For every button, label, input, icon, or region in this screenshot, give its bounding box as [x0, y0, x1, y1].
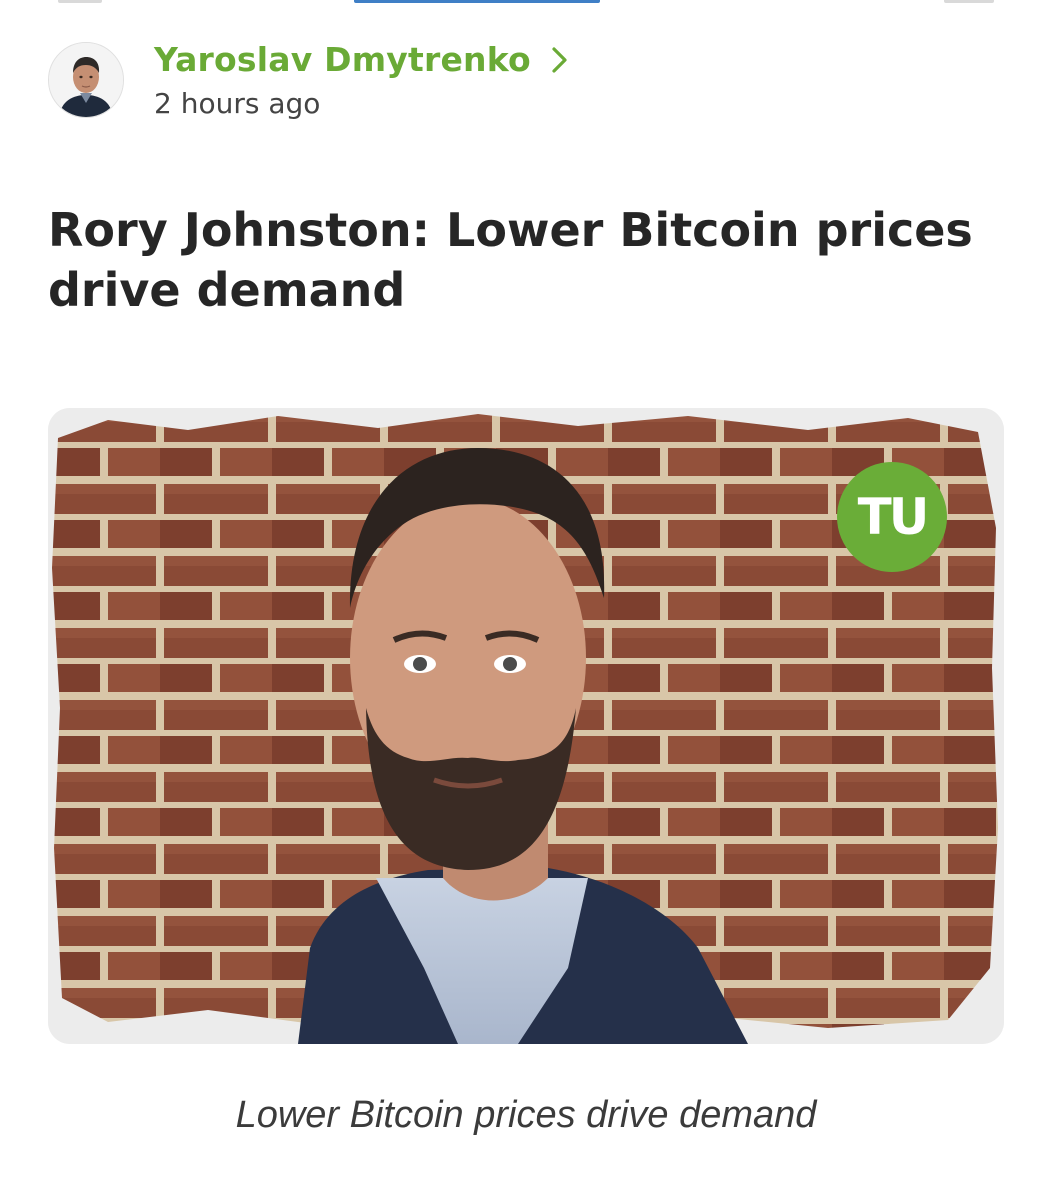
top-tab-stub-right: [944, 0, 994, 3]
top-tab-stub-active: [354, 0, 600, 3]
image-caption: Lower Bitcoin prices drive demand: [235, 1094, 817, 1136]
author-header: Yaroslav Dmytrenko 2 hours ago: [48, 40, 1008, 120]
tu-logo-badge: TU: [837, 462, 947, 572]
chevron-right-icon[interactable]: [549, 45, 571, 75]
avatar-photo-icon: [49, 43, 123, 117]
article-headline: Rory Johnston: Lower Bitcoin prices driv…: [48, 203, 973, 317]
author-meta: Yaroslav Dmytrenko 2 hours ago: [154, 40, 571, 120]
top-tab-stub-left: [58, 0, 102, 3]
author-avatar[interactable]: [48, 42, 124, 118]
author-profile-link[interactable]: Yaroslav Dmytrenko: [154, 40, 571, 79]
author-name[interactable]: Yaroslav Dmytrenko: [154, 40, 531, 79]
post-timestamp: 2 hours ago: [154, 87, 321, 120]
